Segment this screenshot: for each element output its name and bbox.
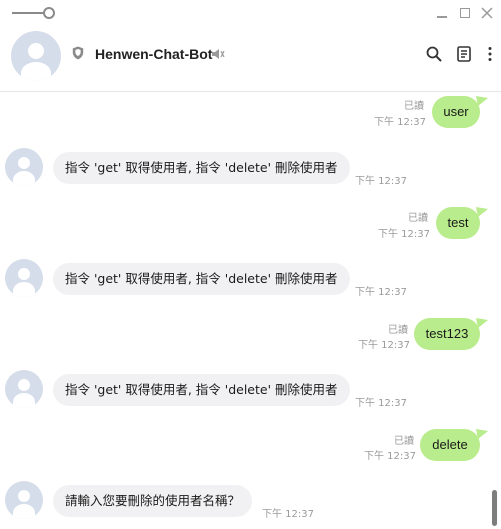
incoming-bubble[interactable]: 指令 'get' 取得使用者, 指令 'delete' 刪除使用者 (53, 263, 350, 295)
avatar[interactable] (5, 481, 43, 519)
bubble-tail (476, 318, 488, 328)
font-size-slider[interactable] (12, 7, 56, 19)
close-icon[interactable] (478, 4, 496, 22)
outgoing-bubble[interactable]: delete (420, 429, 480, 461)
message-time: 下午 12:37 (378, 229, 430, 240)
read-receipt: 已讀 (408, 213, 428, 224)
slider-knob[interactable] (43, 7, 55, 19)
outgoing-bubble[interactable]: user (432, 96, 480, 128)
scrollbar[interactable] (492, 490, 497, 526)
incoming-bubble[interactable]: 指令 'get' 取得使用者, 指令 'delete' 刪除使用者 (53, 374, 350, 406)
outgoing-bubble[interactable]: test123 (414, 318, 480, 350)
maximize-icon[interactable] (456, 4, 474, 22)
message-list[interactable]: 已讀 下午 12:37 user 指令 'get' 取得使用者, 指令 'del… (0, 93, 501, 529)
minimize-icon[interactable] (433, 4, 451, 22)
page-title[interactable]: Henwen-Chat-Bot (95, 46, 212, 62)
avatar[interactable] (11, 31, 61, 81)
incoming-bubble[interactable]: 請輸入您要刪除的使用者名稱？ (53, 485, 253, 517)
message-time: 下午 12:37 (358, 340, 410, 351)
avatar[interactable] (5, 259, 43, 297)
bubble-tail (476, 429, 488, 439)
outgoing-bubble[interactable]: test (436, 207, 480, 239)
window-topbar (0, 0, 501, 26)
shield-icon (72, 46, 84, 60)
more-icon[interactable] (481, 45, 499, 63)
avatar[interactable] (5, 370, 43, 408)
bubble-tail (476, 207, 488, 217)
message-time: 下午 12:37 (355, 287, 407, 298)
read-receipt: 已讀 (388, 325, 408, 336)
search-icon[interactable] (425, 45, 443, 63)
message-time: 下午 12:37 (364, 451, 416, 462)
mute-icon (212, 49, 225, 59)
chat-header: Henwen-Chat-Bot (0, 26, 501, 92)
read-receipt: 已讀 (404, 101, 424, 112)
message-time: 下午 12:37 (355, 398, 407, 409)
bubble-tail (476, 96, 488, 106)
notes-icon[interactable] (455, 45, 473, 63)
incoming-bubble[interactable]: 指令 'get' 取得使用者, 指令 'delete' 刪除使用者 (53, 152, 350, 184)
message-time: 下午 12:37 (355, 176, 407, 187)
message-time: 下午 12:37 (374, 117, 426, 128)
message-time: 下午 12:37 (262, 509, 314, 520)
read-receipt: 已讀 (394, 436, 414, 447)
avatar[interactable] (5, 148, 43, 186)
